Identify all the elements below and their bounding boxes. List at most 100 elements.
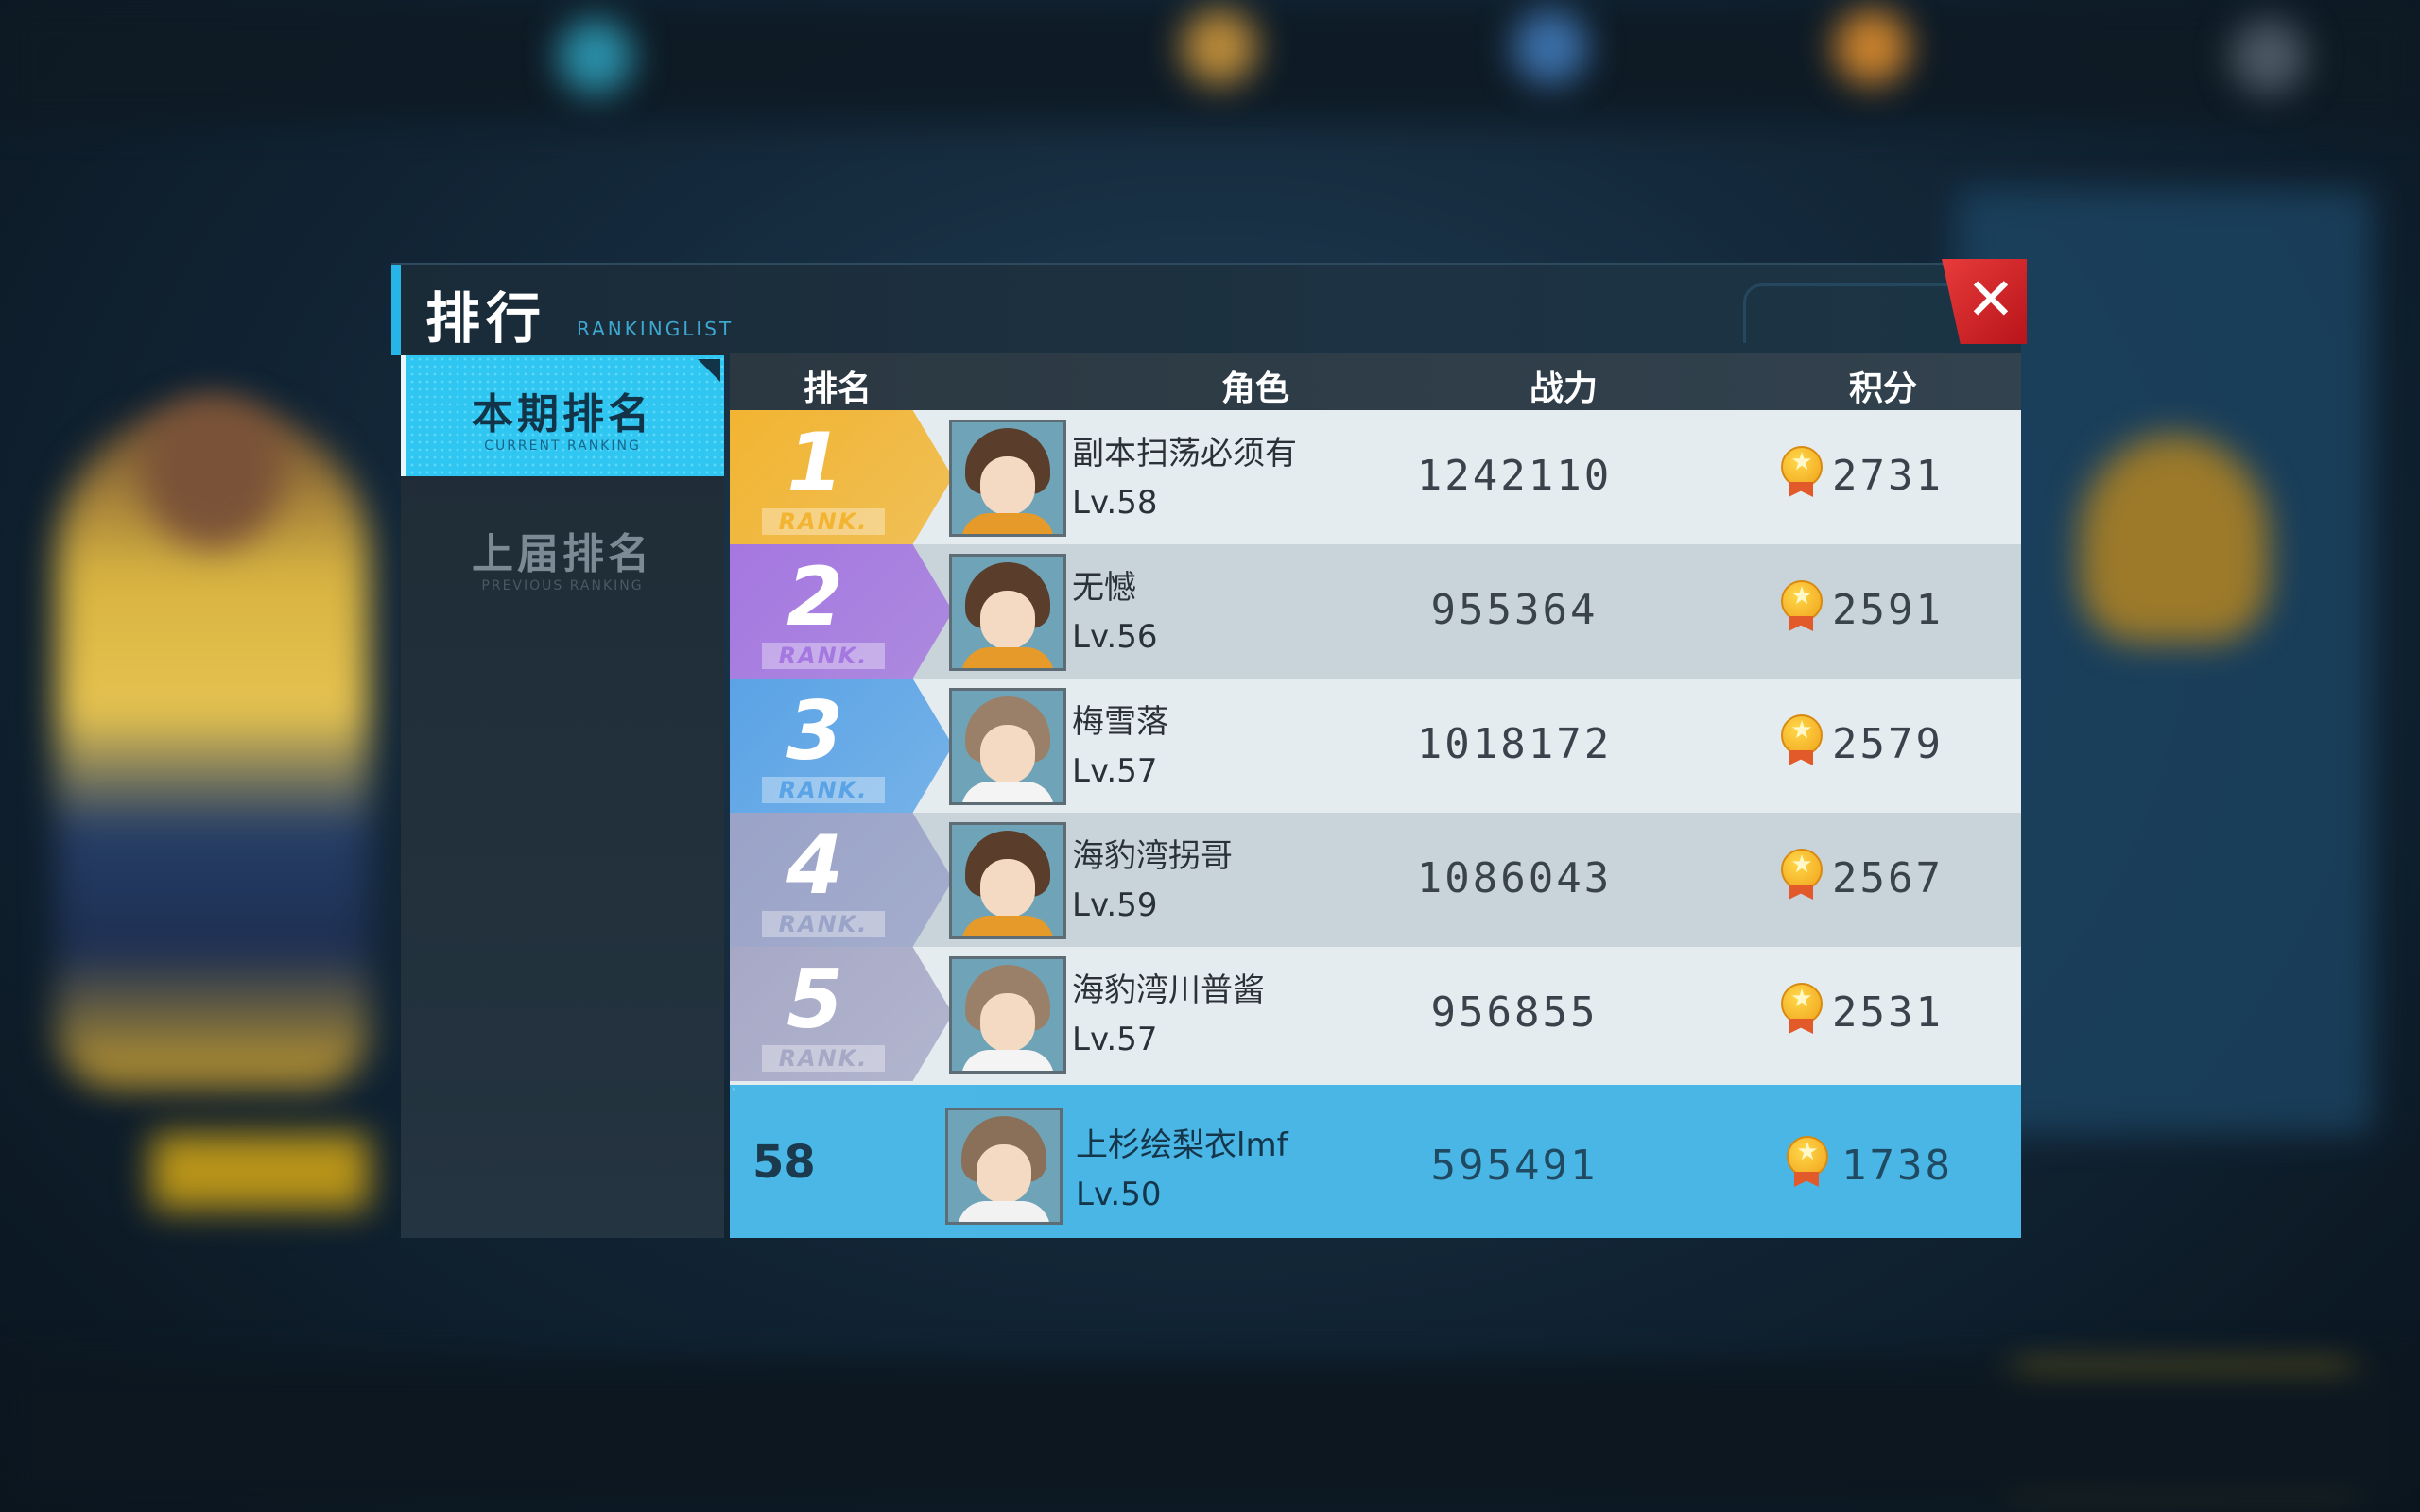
avatar [949, 420, 1066, 537]
player-name: 上杉绘梨衣lmf [1076, 1126, 1288, 1164]
player-power: 595491 [1430, 1142, 1599, 1190]
tab-previous-ranking[interactable]: 上届排名 PREVIOUS RANKING [401, 495, 724, 616]
player-level: Lv.50 [1076, 1176, 1162, 1213]
player-power: 1018172 [1416, 720, 1613, 768]
player-power: 1242110 [1416, 452, 1613, 500]
rank-number: 4 [786, 818, 843, 913]
avatar-face [980, 993, 1035, 1052]
player-score: 2591 [1832, 586, 1944, 634]
avatar-body [961, 782, 1054, 802]
ranking-dialog: 排行 RANKINGLIST ✕ 本期排名 CURRENT RANKING 上届… [391, 259, 2027, 1247]
tab-sublabel: CURRENT RANKING [484, 438, 641, 454]
table-row[interactable]: 4 RANK. 海豹湾拐哥 Lv.59 1086043 ★ 2567 [730, 813, 2021, 947]
avatar-face [977, 1144, 1031, 1203]
tab-label: 上届排名 [472, 530, 653, 578]
gold-medal-icon: ★ [1781, 849, 1823, 900]
my-rank: 58 [752, 1136, 816, 1189]
close-icon: ✕ [1966, 264, 2015, 334]
table-row[interactable]: 2 RANK. 无憾 Lv.56 955364 ★ 2591 [730, 544, 2021, 679]
player-name: 副本扫荡必须有 [1072, 435, 1297, 472]
tab-label: 本期排名 [472, 390, 653, 438]
player-name: 海豹湾拐哥 [1072, 837, 1233, 875]
player-score: 2567 [1832, 854, 1944, 902]
dialog-subtitle: RANKINGLIST [577, 318, 735, 340]
dialog-title: 排行 [425, 286, 547, 351]
rank-badge: 3 RANK. [730, 679, 953, 813]
avatar-body [958, 1201, 1050, 1222]
title-bar: 排行 RANKINGLIST [391, 263, 2021, 355]
background-trophy-icon [2080, 435, 2269, 643]
rank-number: 1 [786, 416, 843, 510]
background-icon [1512, 9, 1588, 85]
background-yellow-label [151, 1134, 369, 1210]
rank-number: 3 [786, 684, 843, 779]
background-icon [558, 19, 633, 94]
avatar [949, 956, 1066, 1074]
background-icon [1834, 9, 1910, 85]
my-ranking-row[interactable]: 58 上杉绘梨衣lmf Lv.50 595491 ★ 1738 [730, 1085, 2021, 1238]
player-level: Lv.57 [1072, 1021, 1158, 1058]
avatar [949, 688, 1066, 805]
avatar-face [980, 456, 1035, 515]
player-name: 梅雪落 [1072, 703, 1168, 741]
player-power: 1086043 [1416, 854, 1613, 902]
rank-label: RANK. [762, 777, 885, 803]
avatar [949, 822, 1066, 939]
avatar-body [961, 1050, 1054, 1071]
background-icon [2231, 19, 2307, 94]
avatar [949, 554, 1066, 671]
player-level: Lv.57 [1072, 752, 1158, 790]
gold-medal-icon: ★ [1781, 983, 1823, 1034]
background-character-head [142, 397, 284, 548]
player-score: 2531 [1832, 988, 1944, 1037]
player-name: 海豹湾川普酱 [1072, 971, 1265, 1009]
rank-number: 2 [786, 550, 843, 644]
table-header: 排名 角色 战力 积分 [730, 353, 2021, 410]
table-row[interactable]: 1 RANK. 副本扫荡必须有 Lv.58 1242110 ★ 2731 [730, 410, 2021, 544]
header-role: 角色 [1221, 369, 1290, 408]
avatar-face [980, 859, 1035, 918]
avatar-body [961, 647, 1054, 668]
rank-label: RANK. [762, 911, 885, 937]
gold-medal-icon: ★ [1787, 1136, 1828, 1187]
title-accent [391, 265, 401, 355]
player-name: 无憾 [1072, 569, 1136, 607]
gold-medal-icon: ★ [1781, 446, 1823, 497]
player-score: 1738 [1841, 1142, 1953, 1190]
avatar-face [980, 591, 1035, 649]
ranking-table: 排名 角色 战力 积分 1 RANK. 副本扫荡必须有 Lv.58 1242110 ★ 27… [730, 353, 2021, 1238]
avatar [945, 1108, 1063, 1225]
avatar-face [980, 725, 1035, 783]
rank-label: RANK. [762, 643, 885, 669]
player-score: 2579 [1832, 720, 1944, 768]
player-level: Lv.58 [1072, 484, 1158, 522]
rank-badge: 2 RANK. [730, 544, 953, 679]
rank-label: RANK. [762, 508, 885, 535]
player-level: Lv.59 [1072, 886, 1158, 924]
player-score: 2731 [1832, 452, 1944, 500]
avatar-body [961, 513, 1054, 534]
player-power: 956855 [1430, 988, 1599, 1037]
rank-number: 5 [786, 953, 843, 1047]
header-score: 积分 [1849, 369, 1918, 408]
rank-badge: 4 RANK. [730, 813, 953, 947]
sidebar: 本期排名 CURRENT RANKING 上届排名 PREVIOUS RANKI… [401, 353, 724, 1238]
background-bottom-bar [0, 1361, 2420, 1512]
player-level: Lv.56 [1072, 618, 1158, 656]
rank-badge: 1 RANK. [730, 410, 953, 544]
avatar-body [961, 916, 1054, 936]
background-icon [1182, 9, 1257, 85]
rank-label: RANK. [762, 1045, 885, 1072]
table-row[interactable]: 3 RANK. 梅雪落 Lv.57 1018172 ★ 2579 [730, 679, 2021, 813]
table-row[interactable]: 5 RANK. 海豹湾川普酱 Lv.57 956855 ★ 2531 [730, 947, 2021, 1085]
header-power: 战力 [1530, 369, 1599, 408]
gold-medal-icon: ★ [1781, 580, 1823, 631]
title-decoration [1743, 284, 1954, 343]
header-rank: 排名 [804, 369, 873, 408]
tab-sublabel: PREVIOUS RANKING [481, 578, 644, 593]
tab-corner-marker [698, 359, 720, 382]
rank-badge: 5 RANK. [730, 947, 953, 1081]
tab-current-ranking[interactable]: 本期排名 CURRENT RANKING [401, 355, 724, 476]
gold-medal-icon: ★ [1781, 714, 1823, 765]
player-power: 955364 [1430, 586, 1599, 634]
